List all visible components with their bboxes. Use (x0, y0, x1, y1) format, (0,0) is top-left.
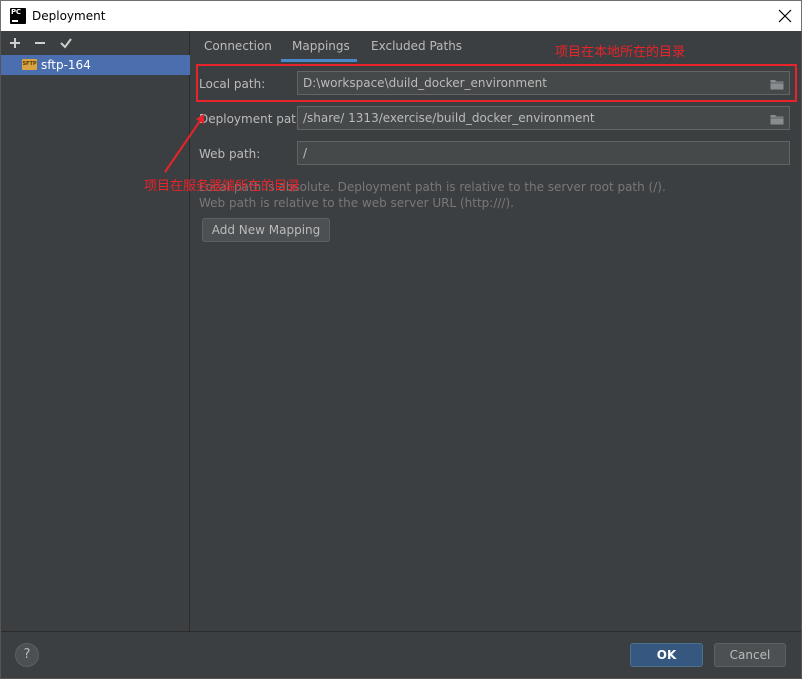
annotation-arrow-icon (164, 114, 204, 173)
plus-icon (10, 38, 20, 48)
local-path-highlight-box (196, 64, 797, 102)
tab-connection[interactable]: Connection (204, 39, 272, 53)
server-item-label: sftp-164 (41, 58, 91, 72)
deployment-path-label: Deployment path: (199, 112, 308, 126)
set-default-button[interactable] (59, 36, 75, 50)
title-bar: PC Deployment (0, 0, 802, 31)
tab-excluded-paths[interactable]: Excluded Paths (371, 39, 462, 53)
help-button[interactable]: ? (15, 643, 39, 667)
local-path-annotation: 项目在本地所在的目录 (555, 45, 686, 60)
deployment-path-field[interactable]: /share/ 1313/exercise/build_docker_envir… (297, 106, 790, 130)
close-icon (778, 9, 792, 23)
window-title: Deployment (32, 9, 106, 23)
server-path-annotation: 项目在服务器端所在的目录 (144, 179, 301, 194)
server-list-item[interactable]: SFTP sftp-164 (1, 55, 190, 75)
minus-icon (35, 42, 45, 44)
remove-server-button[interactable] (33, 36, 49, 50)
folder-icon[interactable] (770, 113, 784, 125)
pycharm-logo-icon: PC (10, 8, 26, 24)
sftp-icon: SFTP (22, 59, 37, 70)
add-new-mapping-button[interactable]: Add New Mapping (202, 218, 330, 242)
web-path-hint: Web path is relative to the web server U… (199, 196, 514, 210)
active-tab-indicator (281, 59, 357, 62)
web-path-field[interactable]: / (297, 141, 790, 165)
close-button[interactable] (769, 1, 801, 31)
add-server-button[interactable] (8, 36, 24, 50)
ok-button[interactable]: OK (630, 643, 703, 667)
tab-mappings[interactable]: Mappings (292, 39, 350, 53)
check-icon (60, 38, 72, 49)
cancel-button[interactable]: Cancel (714, 643, 786, 667)
